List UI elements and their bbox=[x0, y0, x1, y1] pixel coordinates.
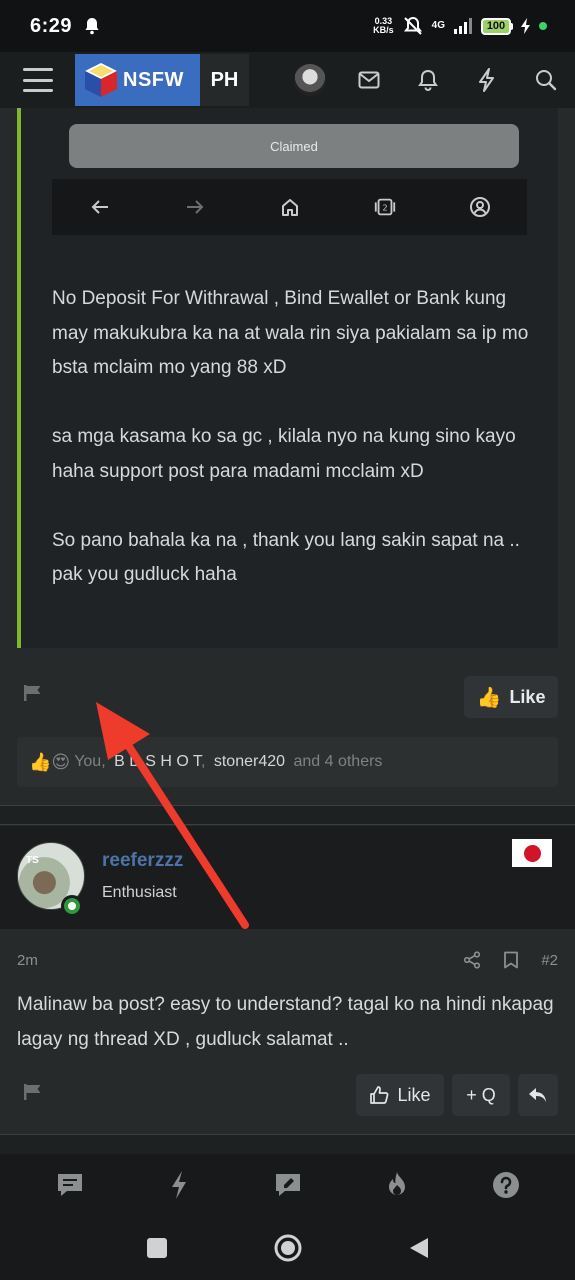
post-time[interactable]: 2m bbox=[17, 952, 38, 969]
user-title: Enthusiast bbox=[102, 884, 177, 901]
tab-trending[interactable] bbox=[377, 1165, 417, 1205]
whats-new-button[interactable] bbox=[457, 52, 516, 108]
home-icon bbox=[278, 195, 302, 219]
reaction-suffix[interactable]: and 4 others bbox=[293, 753, 382, 770]
mail-icon bbox=[358, 71, 379, 89]
fire-icon bbox=[388, 1172, 405, 1195]
quote-paragraph: No Deposit For Withrawal , Bind Ewallet … bbox=[52, 288, 529, 378]
like-label: Like bbox=[397, 1084, 431, 1105]
status-bar: 6:29 0.33 KB/s 4G 100 bbox=[0, 0, 575, 52]
profile-circle-icon bbox=[468, 195, 492, 219]
quote-paragraph: So pano bahala ka na , thank you lang sa… bbox=[52, 529, 520, 551]
reaction-users: You, B D S H O T, stoner420 and 4 others bbox=[74, 753, 382, 771]
bolt-icon bbox=[478, 68, 494, 92]
bookmark-icon[interactable] bbox=[503, 951, 519, 969]
multi-quote-button[interactable]: + Q bbox=[452, 1074, 510, 1116]
network-type: 4G bbox=[431, 20, 445, 31]
dnd-icon bbox=[403, 16, 422, 35]
bottom-tab-bar bbox=[0, 1154, 575, 1216]
back-triangle-icon[interactable] bbox=[408, 1236, 430, 1260]
alerts-button[interactable] bbox=[398, 52, 457, 108]
reply-button[interactable] bbox=[518, 1074, 558, 1116]
net-speed-unit: KB/s bbox=[373, 25, 394, 35]
thumbs-up-icon: 👍 bbox=[476, 686, 502, 709]
site-logo[interactable]: NSFW PH bbox=[75, 54, 249, 106]
logo-text-right: PH bbox=[210, 68, 239, 91]
tab-help[interactable] bbox=[486, 1165, 526, 1205]
quote-paragraph: pak you gudluck haha bbox=[52, 564, 237, 585]
like-button[interactable]: Like bbox=[356, 1074, 444, 1116]
logo-text-left: NSFW bbox=[123, 68, 184, 91]
reaction-user-link[interactable]: B D S H O T bbox=[114, 753, 201, 770]
like-button[interactable]: 👍 Like bbox=[464, 676, 558, 718]
reply-icon bbox=[529, 1088, 546, 1102]
home-circle-icon[interactable] bbox=[273, 1233, 303, 1263]
post-meta: 2m #2 bbox=[17, 948, 558, 972]
question-icon bbox=[492, 1172, 519, 1198]
reaction-prefix: You, bbox=[74, 753, 106, 770]
post-quote-block: Claimed 2 No Deposit For Withrawal , Bin… bbox=[17, 108, 558, 648]
avatar-badge-text: TS bbox=[26, 855, 39, 866]
reaction-emojis: 👍😍 bbox=[29, 751, 71, 772]
reaction-separator: , bbox=[200, 753, 206, 770]
net-speed: 0.33 KB/s bbox=[373, 17, 394, 35]
post-number[interactable]: #2 bbox=[541, 952, 558, 969]
back-arrow-icon bbox=[88, 195, 112, 219]
tabs-icon: 2 bbox=[373, 195, 397, 219]
post-divider bbox=[0, 805, 575, 825]
report-flag-icon[interactable] bbox=[23, 684, 43, 702]
share-icon[interactable] bbox=[463, 951, 481, 969]
reaction-user-link[interactable]: stoner420 bbox=[214, 753, 285, 770]
app-header: NSFW PH bbox=[0, 52, 575, 108]
tab-post-thread[interactable] bbox=[268, 1165, 308, 1205]
search-icon bbox=[535, 70, 556, 91]
forward-arrow-icon bbox=[183, 195, 207, 219]
japan-flag-icon bbox=[512, 839, 552, 867]
system-nav-bar bbox=[0, 1216, 575, 1280]
status-time: 6:29 bbox=[30, 14, 73, 37]
compose-icon bbox=[275, 1174, 300, 1196]
privacy-dot bbox=[539, 22, 547, 30]
quote-text: No Deposit For Withrawal , Bind Ewallet … bbox=[52, 282, 542, 593]
online-status-icon bbox=[61, 895, 83, 917]
inbox-button[interactable] bbox=[339, 52, 398, 108]
tab-forums[interactable] bbox=[50, 1165, 90, 1205]
reactions-bar[interactable]: 👍😍 You, B D S H O T, stoner420 and 4 oth… bbox=[17, 737, 558, 787]
thumbs-up-outline-icon bbox=[370, 1086, 389, 1104]
bell-icon bbox=[417, 69, 438, 91]
post-divider bbox=[0, 1134, 575, 1154]
report-flag-icon[interactable] bbox=[23, 1083, 43, 1101]
account-avatar[interactable] bbox=[280, 52, 339, 108]
chat-icon bbox=[57, 1174, 82, 1196]
quote-paragraph: sa mga kasama ko sa gc , kilala nyo na k… bbox=[52, 426, 516, 482]
post-actions: Like + Q bbox=[356, 1074, 558, 1116]
post-body: Malinaw ba post? easy to understand? tag… bbox=[17, 994, 554, 1050]
search-button[interactable] bbox=[516, 52, 575, 108]
recents-icon[interactable] bbox=[146, 1237, 168, 1259]
avatar bbox=[293, 64, 326, 96]
signal-icon bbox=[454, 18, 472, 34]
notification-bell-icon bbox=[85, 18, 99, 35]
claimed-button[interactable]: Claimed bbox=[69, 124, 519, 168]
svg-text:2: 2 bbox=[382, 203, 387, 213]
menu-icon[interactable] bbox=[23, 68, 53, 92]
battery-level: 100 bbox=[486, 20, 506, 32]
tab-whats-new[interactable] bbox=[159, 1165, 199, 1205]
cube-logo-icon bbox=[85, 63, 117, 97]
charging-icon bbox=[521, 18, 530, 34]
embedded-nav-bar: 2 bbox=[52, 179, 527, 235]
bolt-icon bbox=[171, 1171, 186, 1199]
battery-indicator: 100 bbox=[481, 17, 513, 35]
post-author-row: TS reeferzzz Enthusiast bbox=[0, 826, 575, 929]
username-link[interactable]: reeferzzz bbox=[102, 850, 183, 872]
like-label: Like bbox=[509, 686, 546, 707]
